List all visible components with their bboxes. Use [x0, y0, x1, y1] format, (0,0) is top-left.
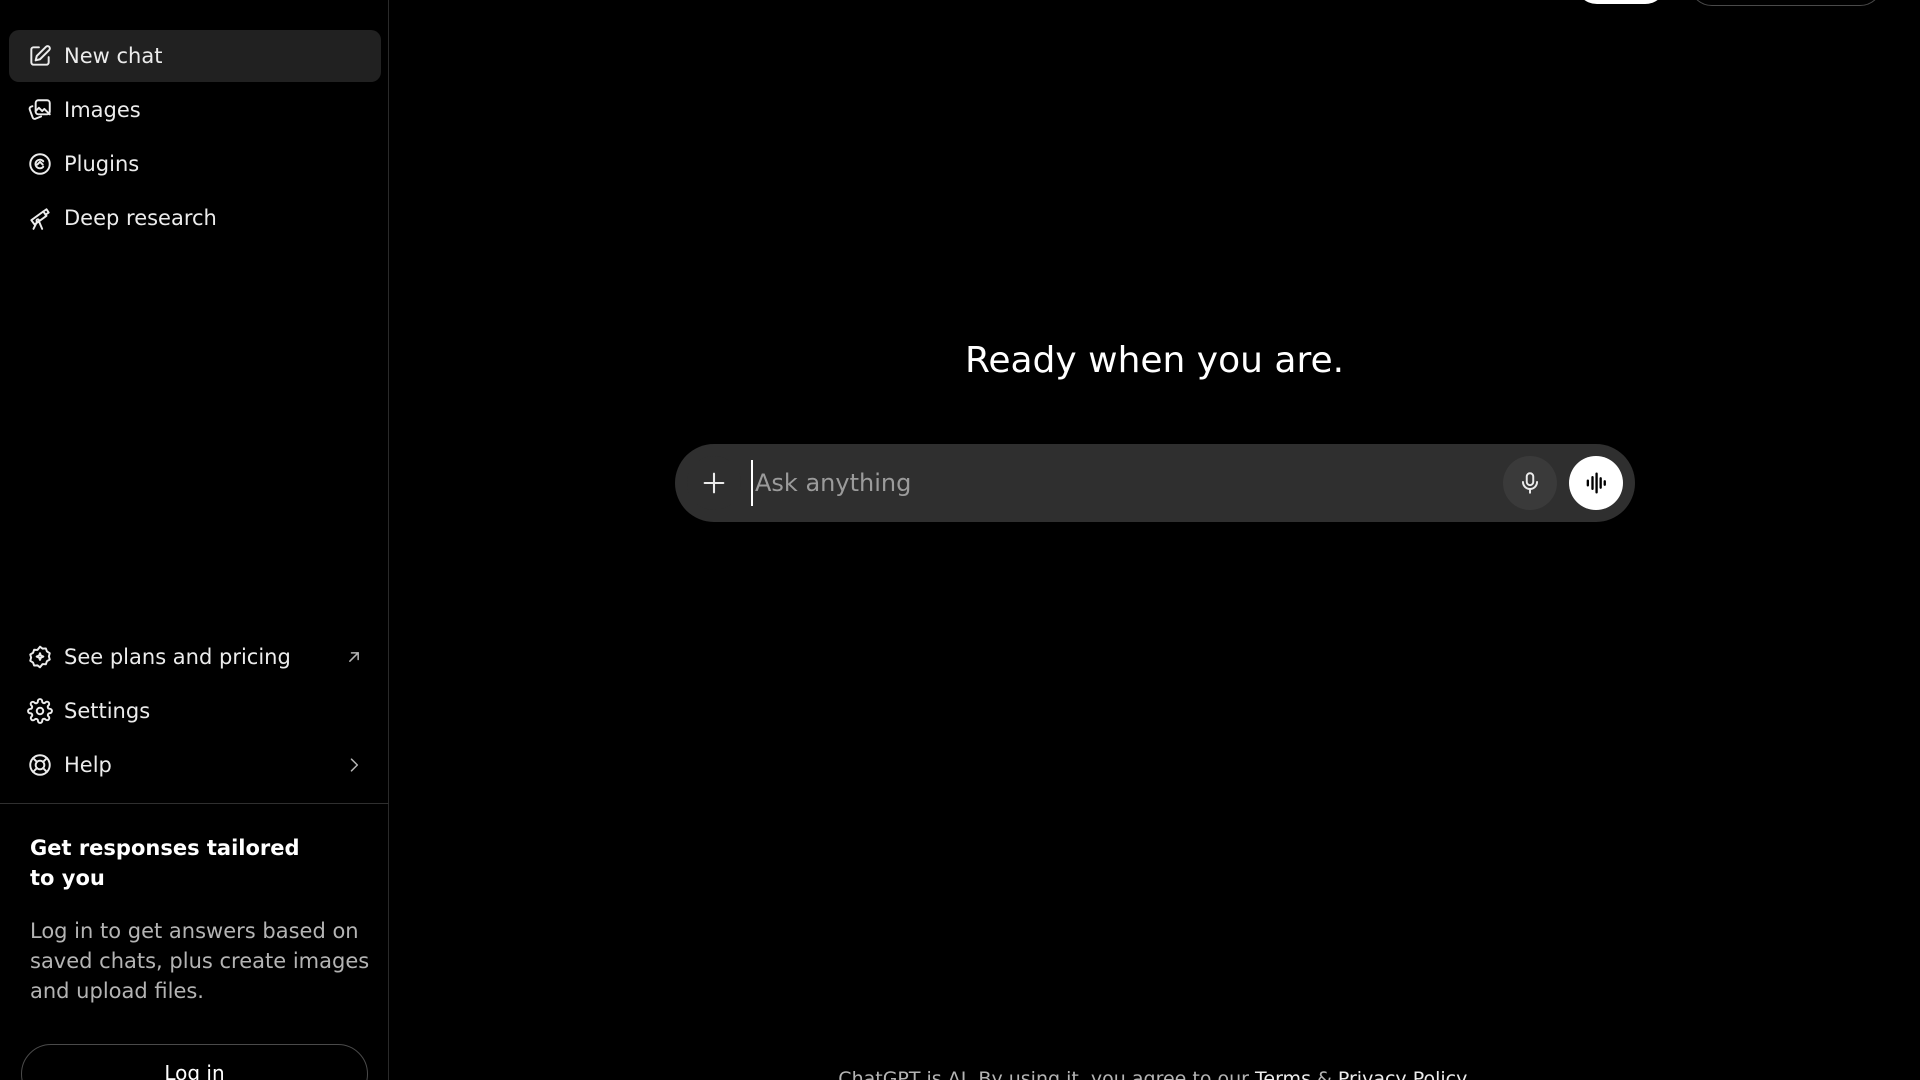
sidebar-item-settings[interactable]: Settings [9, 685, 381, 737]
footer-prefix: ChatGPT is AI. By using it, you agree to… [838, 1068, 1256, 1080]
page-title: Ready when you are. [964, 340, 1345, 381]
dictate-button[interactable] [1503, 456, 1557, 510]
telescope-icon [26, 204, 54, 232]
sidebar-divider [0, 803, 389, 804]
terms-link[interactable]: Terms [1255, 1068, 1311, 1080]
sidebar-item-deep-research[interactable]: Deep research [9, 192, 381, 244]
plugins-icon [26, 150, 54, 178]
compose-icon [26, 42, 54, 70]
sidebar-item-label: Images [64, 98, 141, 122]
sidebar-item-help[interactable]: Help [9, 739, 381, 791]
top-action-button[interactable] [1575, 0, 1667, 4]
sidebar-item-label: New chat [64, 44, 163, 68]
sidebar-item-label: Help [64, 753, 112, 777]
footer-disclaimer: ChatGPT is AI. By using it, you agree to… [389, 1068, 1920, 1080]
microphone-icon [1521, 472, 1539, 494]
promo-title: Get responses tailored to you [30, 836, 300, 890]
sidebar: New chat Images Plugins Deep research Se… [0, 0, 389, 1080]
privacy-policy-link[interactable]: Privacy Policy [1338, 1068, 1465, 1080]
lifebuoy-icon [26, 751, 54, 779]
waveform-icon [1586, 472, 1606, 494]
sidebar-item-plugins[interactable]: Plugins [9, 138, 381, 190]
composer [675, 444, 1635, 522]
chevron-right-icon [343, 754, 365, 776]
sidebar-item-label: See plans and pricing [64, 645, 291, 669]
prompt-input[interactable] [751, 460, 1471, 506]
sidebar-item-label: Settings [64, 699, 151, 723]
sidebar-item-plans-pricing[interactable]: See plans and pricing [9, 631, 381, 683]
voice-mode-button[interactable] [1569, 456, 1623, 510]
external-arrow-icon [343, 646, 365, 668]
promo-text: Log in to get answers based on saved cha… [30, 919, 370, 1003]
login-button[interactable]: Log in [21, 1044, 368, 1080]
footer-suffix: . [1464, 1068, 1471, 1080]
add-attachment-button[interactable] [687, 456, 741, 510]
sidebar-item-label: Deep research [64, 206, 217, 230]
sidebar-item-label: Plugins [64, 152, 140, 176]
plus-icon [703, 472, 725, 494]
sidebar-item-new-chat[interactable]: New chat [9, 30, 381, 82]
sidebar-item-images[interactable]: Images [9, 84, 381, 136]
gear-icon [26, 697, 54, 725]
images-icon [26, 96, 54, 124]
plans-badge-icon [26, 643, 54, 671]
app-window: New chat Images Plugins Deep research Se… [0, 0, 1920, 1080]
top-secondary-button[interactable] [1689, 0, 1883, 6]
footer-amp: & [1310, 1068, 1338, 1080]
